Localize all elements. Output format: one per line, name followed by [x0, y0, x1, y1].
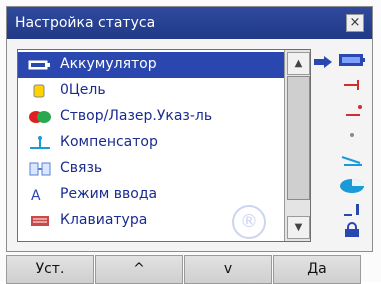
list-item-label: Клавиатура — [60, 212, 148, 228]
target-icon — [33, 84, 45, 98]
connection-icon — [29, 162, 51, 176]
laser-status-icon — [346, 105, 362, 116]
list-item-label: Режим ввода — [60, 186, 158, 202]
dialog-content: Аккумулятор 0Цель Створ/Лазер.Указ-ль Ко… — [7, 39, 372, 251]
laser-pointer-icon — [29, 111, 51, 123]
list-item-label: 0Цель — [60, 82, 106, 98]
status-icons-rail — [314, 49, 370, 244]
list-item-battery[interactable]: Аккумулятор — [18, 52, 284, 78]
list-item-target[interactable]: 0Цель — [18, 78, 284, 104]
input-mode-status-icon — [344, 204, 359, 216]
list-item-label: Аккумулятор — [60, 56, 157, 72]
scroll-down-button[interactable]: ▼ — [287, 216, 310, 239]
down-button[interactable]: v — [184, 255, 272, 284]
status-list[interactable]: Аккумулятор 0Цель Створ/Лазер.Указ-ль Ко… — [17, 49, 311, 242]
registered-watermark: ® — [232, 205, 266, 239]
up-button[interactable]: ^ — [95, 255, 183, 284]
list-item-label: Створ/Лазер.Указ-ль — [60, 108, 213, 124]
selection-arrow-icon — [314, 56, 332, 68]
close-button[interactable]: × — [346, 14, 364, 32]
connection-status-icon — [341, 156, 362, 166]
list-item-laser-pointer[interactable]: Створ/Лазер.Указ-ль — [18, 104, 284, 130]
input-mode-icon: A — [31, 188, 41, 203]
dialog-title: Настройка статуса — [15, 15, 156, 31]
scroll-thumb[interactable] — [287, 76, 310, 200]
status-settings-dialog: Настройка статуса × Аккумулятор 0Цель Ст… — [6, 6, 373, 252]
battery-icon — [28, 60, 50, 70]
compensator-icon — [30, 136, 50, 149]
yes-button[interactable]: Да — [273, 255, 361, 284]
list-item-label: Связь — [60, 160, 103, 176]
disk-status-icon — [340, 179, 364, 193]
list-item-input-mode[interactable]: A Режим ввода — [18, 182, 284, 208]
svg-text:A: A — [31, 188, 41, 203]
scroll-up-button[interactable]: ▲ — [287, 52, 310, 75]
list-item-compensator[interactable]: Компенсатор — [18, 130, 284, 156]
battery-status-icon — [339, 54, 365, 66]
set-button[interactable]: Уст. — [6, 255, 94, 284]
compensator-status-icon — [350, 133, 354, 137]
title-bar: Настройка статуса × — [7, 7, 372, 39]
list-item-label: Компенсатор — [60, 134, 158, 150]
target-status-icon — [344, 80, 359, 90]
screen: Настройка статуса × Аккумулятор 0Цель Ст… — [0, 0, 381, 284]
list-item-connection[interactable]: Связь — [18, 156, 284, 182]
list-scrollbar[interactable]: ▲ ▼ — [284, 50, 310, 241]
lock-status-icon — [345, 222, 359, 237]
softkey-bar: Уст. ^ v Да — [0, 255, 381, 284]
keyboard-icon — [31, 216, 49, 226]
